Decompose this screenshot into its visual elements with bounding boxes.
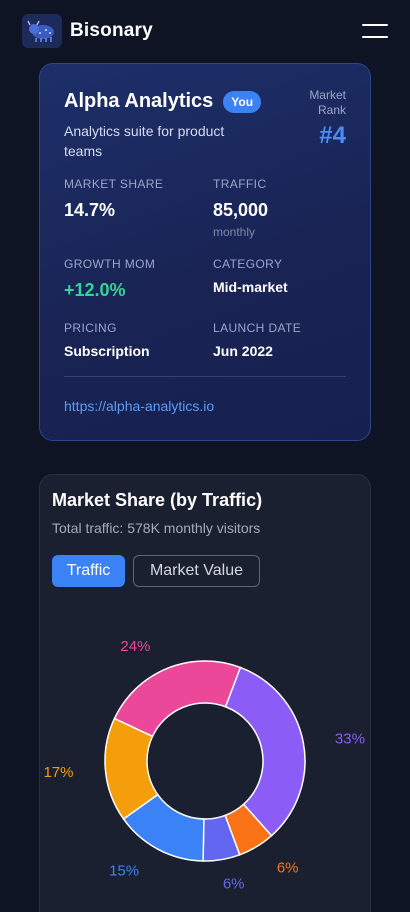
hamburger-menu-icon[interactable] [362, 24, 388, 38]
pricing-value: Subscription [64, 343, 150, 359]
category-value: Mid-market [213, 279, 288, 295]
you-badge: You [223, 90, 262, 113]
donut-slice-label: 24% [120, 638, 150, 655]
card-divider [64, 376, 346, 377]
donut-slice-label: 15% [109, 863, 139, 880]
brand-name[interactable]: Bisonary [70, 20, 153, 42]
category-label: CATEGORY [213, 257, 283, 271]
company-description: Analytics suite for product teams [64, 123, 225, 159]
market-share-label: MARKET SHARE [64, 177, 164, 191]
company-name: Alpha Analytics [64, 90, 214, 112]
donut-slice-label: 6% [277, 859, 299, 876]
company-website-link[interactable]: https://alpha-analytics.io [64, 398, 214, 414]
tab-traffic[interactable]: Traffic [52, 555, 125, 587]
traffic-unit: monthly [213, 225, 256, 239]
app-header: Bisonary [0, 0, 410, 62]
launch-date-label: LAUNCH DATE [213, 321, 302, 335]
donut-slice[interactable] [113, 660, 242, 738]
donut-slice-label: 33% [335, 730, 365, 747]
traffic-label: TRAFFIC [213, 177, 267, 191]
market-rank-value: #4 [319, 122, 346, 149]
bison-logo-icon[interactable] [22, 14, 62, 48]
traffic-value: 85,000 [213, 200, 269, 220]
market-rank-label: Market Rank [309, 88, 346, 117]
company-title-row: Alpha Analytics You [64, 90, 262, 113]
market-share-value: 14.7% [64, 200, 116, 220]
donut-slice-label: 17% [43, 764, 73, 781]
growth-value: +12.0% [64, 280, 126, 300]
company-profile-card [39, 63, 371, 441]
chart-subtitle: Total traffic: 578K monthly visitors [52, 520, 261, 536]
market-share-donut-chart: 33% 6% 6% 15% 17% 24% [43, 638, 365, 892]
tab-market-value[interactable]: Market Value [133, 555, 260, 587]
pricing-label: PRICING [64, 321, 117, 335]
donut-slice-label: 6% [223, 875, 245, 892]
launch-date-value: Jun 2022 [213, 343, 273, 359]
growth-label: GROWTH MOM [64, 257, 156, 271]
chart-title: Market Share (by Traffic) [52, 490, 263, 510]
